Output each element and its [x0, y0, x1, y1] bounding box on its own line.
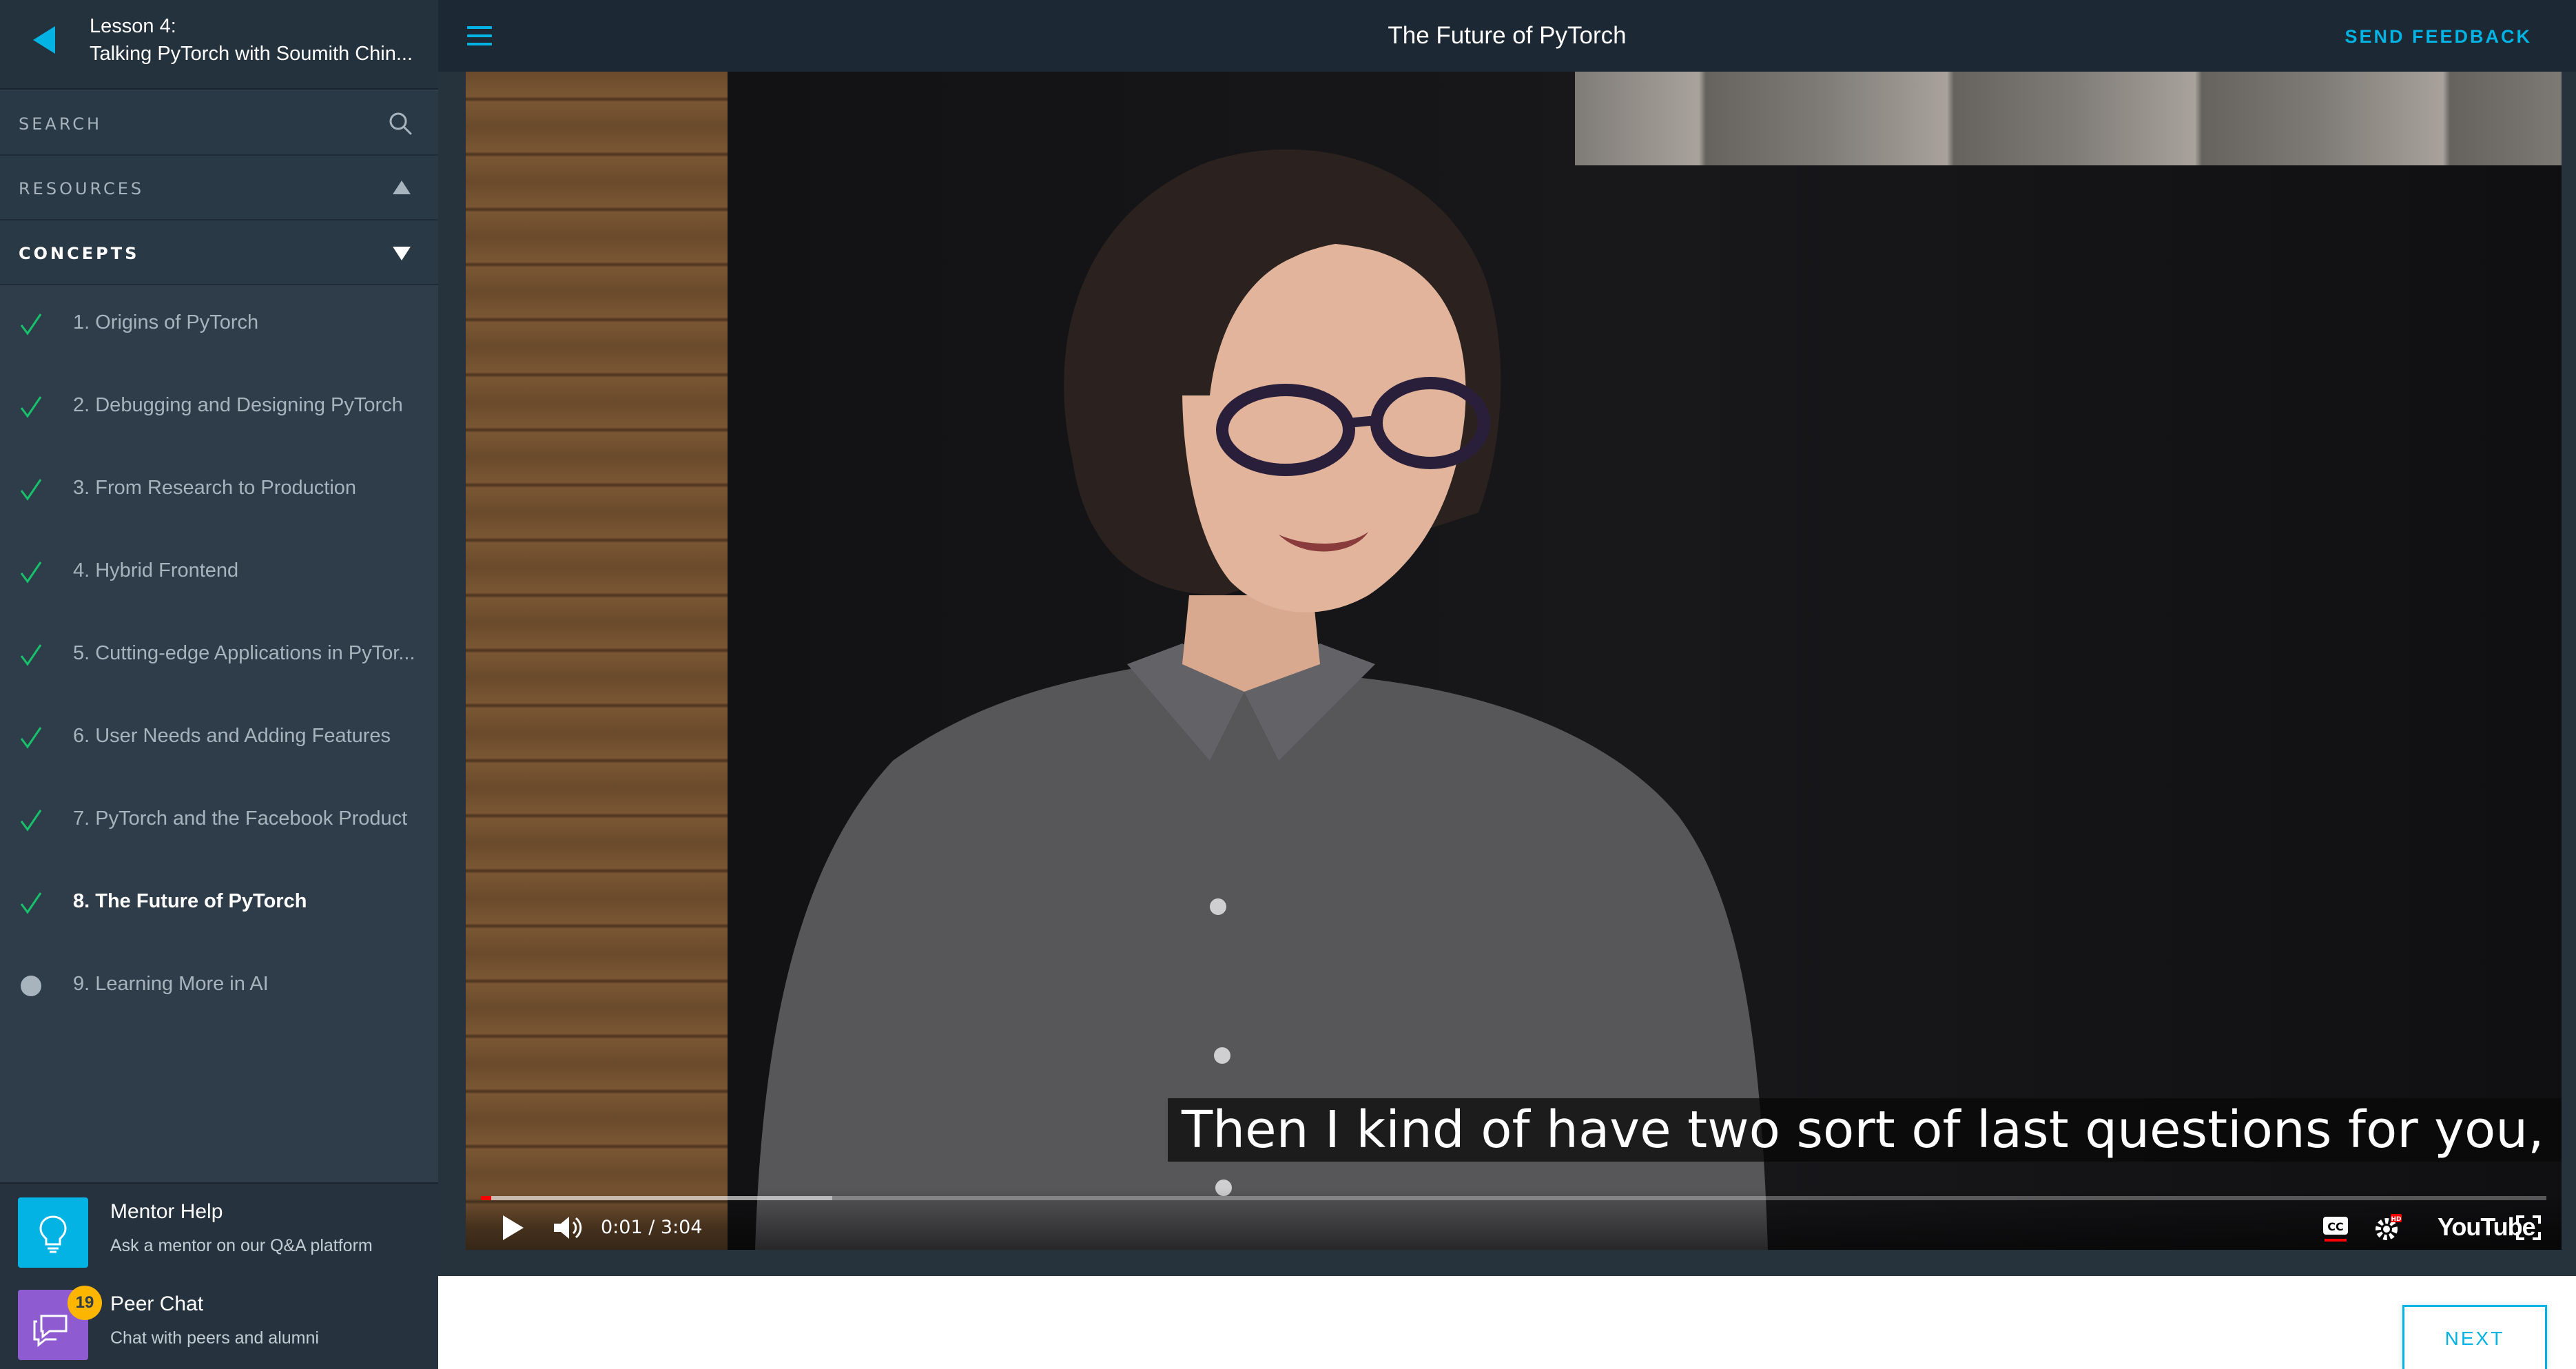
svg-text:HD: HD: [2391, 1216, 2401, 1223]
checkmark-icon: [20, 562, 42, 584]
checkmark-icon: [20, 892, 42, 914]
concept-label: 4. Hybrid Frontend: [73, 559, 239, 581]
checkmark-icon: [20, 479, 42, 501]
video-caption: Then I kind of have two sort of last que…: [1168, 1098, 2562, 1162]
sidebar: Lesson 4: Talking PyTorch with Soumith C…: [0, 0, 438, 1369]
footer: NEXT: [438, 1276, 2576, 1369]
video-player[interactable]: Then I kind of have two sort of last que…: [466, 72, 2562, 1250]
peer-chat-link[interactable]: 19 Peer Chat Chat with peers and alumni: [0, 1276, 438, 1368]
video-controls: 0:01 / 3:04 CC HD YouTube: [466, 1188, 2562, 1250]
concepts-label: CONCEPTS: [19, 244, 140, 263]
concept-item-9[interactable]: 9. Learning More in AI: [0, 951, 438, 1020]
fullscreen-icon[interactable]: [2516, 1215, 2541, 1240]
time-display: 0:01 / 3:04: [601, 1217, 703, 1238]
unread-count-badge: 19: [68, 1286, 102, 1320]
checkmark-icon: [20, 644, 42, 666]
next-button[interactable]: NEXT: [2402, 1305, 2547, 1369]
closed-captions-icon[interactable]: CC: [2322, 1213, 2349, 1243]
search-label: SEARCH: [19, 114, 103, 134]
play-icon[interactable]: [500, 1214, 525, 1242]
mentor-help-title: Mentor Help: [110, 1200, 223, 1223]
concept-item-4[interactable]: 4. Hybrid Frontend: [0, 537, 438, 606]
concept-label: 1. Origins of PyTorch: [73, 311, 259, 333]
back-arrow-icon[interactable]: [30, 25, 58, 55]
peer-chat-title: Peer Chat: [110, 1293, 204, 1315]
checkmark-icon: [20, 727, 42, 749]
svg-text:CC: CC: [2327, 1220, 2343, 1233]
concept-item-8-active[interactable]: 8. The Future of PyTorch: [0, 868, 438, 937]
peer-chat-subtitle: Chat with peers and alumni: [110, 1328, 319, 1348]
search-field[interactable]: SEARCH: [0, 91, 438, 156]
progress-played: [481, 1196, 491, 1200]
concept-label: 8. The Future of PyTorch: [73, 890, 307, 912]
help-area: Mentor Help Ask a mentor on our Q&A plat…: [0, 1182, 438, 1369]
checkmark-icon: [20, 810, 42, 832]
top-bar: The Future of PyTorch SEND FEEDBACK: [438, 0, 2576, 72]
send-feedback-link[interactable]: SEND FEEDBACK: [2345, 26, 2532, 48]
lightbulb-icon: [39, 1215, 67, 1253]
concepts-toggle[interactable]: CONCEPTS: [0, 220, 438, 285]
video-frame-speaker: [755, 149, 1768, 1250]
concept-label: 5. Cutting-edge Applications in PyTor...: [73, 642, 415, 664]
page-title: The Future of PyTorch: [1388, 22, 1627, 49]
checkmark-icon: [20, 396, 42, 418]
concept-item-2[interactable]: 2. Debugging and Designing PyTorch: [0, 372, 438, 441]
expand-down-icon: [393, 247, 411, 260]
checkmark-icon: [20, 313, 42, 336]
lesson-title[interactable]: Talking PyTorch with Soumith Chin...: [90, 43, 426, 65]
lesson-header: Lesson 4: Talking PyTorch with Soumith C…: [0, 0, 438, 90]
mentor-help-link[interactable]: Mentor Help Ask a mentor on our Q&A plat…: [0, 1184, 438, 1276]
video-area: Then I kind of have two sort of last que…: [438, 72, 2576, 1276]
concept-item-3[interactable]: 3. From Research to Production: [0, 455, 438, 524]
incomplete-dot-icon: [21, 976, 41, 996]
lesson-number: Lesson 4:: [90, 15, 176, 37]
concept-item-6[interactable]: 6. User Needs and Adding Features: [0, 703, 438, 772]
concept-item-5[interactable]: 5. Cutting-edge Applications in PyTor...: [0, 620, 438, 689]
search-icon[interactable]: [387, 110, 413, 136]
concept-label: 7. PyTorch and the Facebook Product: [73, 807, 408, 830]
concept-label: 9. Learning More in AI: [73, 973, 269, 995]
settings-gear-icon[interactable]: HD: [2373, 1213, 2403, 1243]
concept-label: 3. From Research to Production: [73, 477, 357, 499]
resources-label: RESOURCES: [19, 179, 145, 198]
concept-label: 2. Debugging and Designing PyTorch: [73, 394, 403, 416]
progress-buffered: [481, 1196, 832, 1200]
concept-item-1[interactable]: 1. Origins of PyTorch: [0, 289, 438, 358]
mentor-help-subtitle: Ask a mentor on our Q&A platform: [110, 1236, 373, 1255]
resources-toggle[interactable]: RESOURCES: [0, 156, 438, 220]
concept-item-7[interactable]: 7. PyTorch and the Facebook Product: [0, 785, 438, 854]
collapse-up-icon: [393, 181, 411, 194]
progress-bar[interactable]: [481, 1196, 2546, 1200]
concept-label: 6. User Needs and Adding Features: [73, 725, 391, 747]
mentor-help-icon-box: [18, 1197, 88, 1268]
volume-icon[interactable]: [553, 1214, 583, 1242]
